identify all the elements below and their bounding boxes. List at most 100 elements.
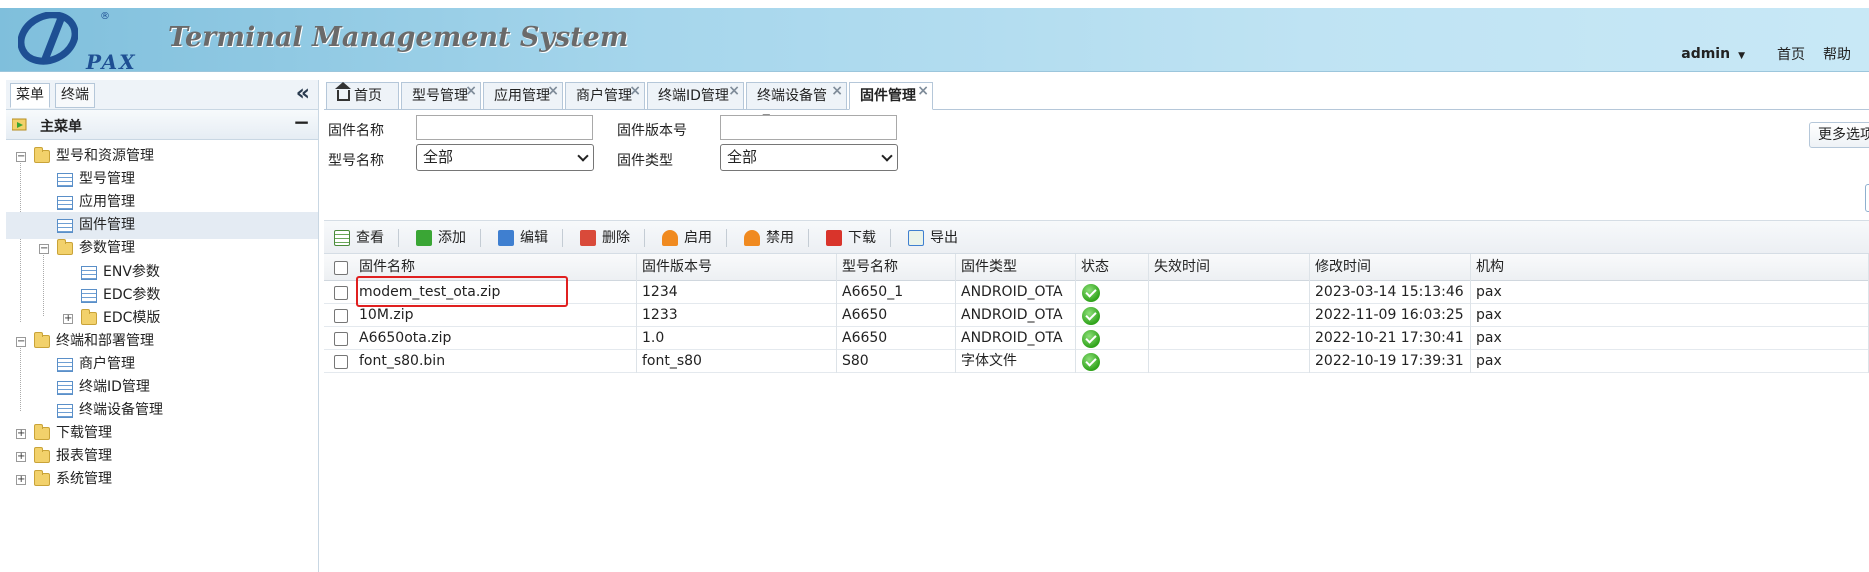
close-icon[interactable]: × — [629, 78, 641, 104]
row-checkbox[interactable] — [334, 309, 348, 323]
close-icon[interactable]: × — [465, 78, 477, 104]
status-cell — [1076, 350, 1149, 373]
sidebar-item[interactable]: + 系统管理 — [6, 466, 318, 493]
org-cell: pax — [1471, 327, 1869, 350]
main-menu-icon — [12, 118, 27, 131]
action-toolbar: 查看 添加 编辑 删除 启用 禁用 下载 导出 — [324, 220, 1869, 254]
tab[interactable]: 型号管理 × — [401, 82, 481, 110]
chevron-down-icon — [577, 150, 589, 162]
modified-cell: 2022-10-21 17:30:41 — [1310, 327, 1471, 350]
model-name-select[interactable]: 全部 — [416, 144, 594, 171]
firmware-version-label: 固件版本号 — [617, 123, 687, 139]
tab[interactable]: 固件管理 × — [849, 82, 933, 110]
tab[interactable]: 应用管理 × — [483, 82, 563, 110]
toolbar-separator — [890, 229, 891, 247]
table-icon — [57, 219, 73, 234]
table-icon — [57, 381, 73, 395]
column-header[interactable]: 固件类型 — [956, 254, 1076, 281]
header-user-area: admin ▼ 首页 帮助 — [1681, 44, 1869, 64]
modified-cell: 2022-11-09 16:03:25 — [1310, 304, 1471, 327]
model-cell: A6650 — [837, 327, 956, 350]
version-cell: 1234 — [637, 281, 837, 304]
sidebar: 菜单 终端 « 主菜单 − − 型号和资源管理 型号管理 应用管理 固件管理 − 参数管理 E… — [6, 80, 319, 572]
table-row[interactable]: 10M.zip 1233 A6650 ANDROID_OTA 2022-11-09 16… — [324, 304, 1869, 327]
type-cell: ANDROID_OTA — [956, 327, 1076, 350]
sidebar-tab-menu[interactable]: 菜单 — [10, 83, 50, 108]
firmware-type-selected: 全部 — [727, 148, 758, 166]
help-link[interactable]: 帮助 — [1823, 44, 1851, 64]
row-checkbox[interactable] — [334, 286, 348, 300]
logo-text: PAX — [86, 50, 137, 74]
table-icon — [81, 288, 97, 303]
user-menu[interactable]: admin ▼ — [1681, 46, 1745, 62]
collapse-main-menu-icon[interactable]: − — [293, 110, 310, 134]
collapse-icon[interactable]: − — [39, 244, 49, 255]
close-icon[interactable]: × — [728, 78, 740, 104]
main-menu-header: 主菜单 − — [6, 110, 318, 140]
folder-icon — [34, 331, 50, 348]
tab[interactable]: 终端设备管理× — [746, 82, 847, 130]
tab-label: 固件管理 — [860, 88, 916, 104]
app-header: ® PAX Terminal Management System admin ▼ … — [0, 8, 1869, 74]
sidebar-tab-terminal[interactable]: 终端 — [55, 83, 95, 108]
expand-icon[interactable]: + — [16, 429, 26, 440]
version-cell: font_s80 — [637, 350, 837, 373]
view-button-label: 查看 — [356, 230, 384, 246]
collapse-icon[interactable]: − — [16, 152, 26, 162]
name-cell: 10M.zip — [354, 304, 637, 327]
tab-label: 首页 — [354, 88, 382, 104]
tab-bar: 首页型号管理×应用管理×商户管理×终端ID管理×终端设备管理×固件管理× — [324, 80, 1869, 130]
column-header[interactable]: 失效时间 — [1149, 254, 1310, 281]
table-row[interactable]: font_s80.bin font_s80 S80 字体文件 2022-10-19 17… — [324, 350, 1869, 373]
firmware-name-input[interactable] — [416, 115, 593, 140]
org-cell: pax — [1471, 304, 1869, 327]
tab[interactable]: 首页 — [326, 82, 399, 110]
sidebar-item-label: 系统管理 — [56, 471, 112, 488]
table-row[interactable]: A6650ota.zip 1.0 A6650 ANDROID_OTA 2022-10-2… — [324, 327, 1869, 350]
column-header[interactable]: 机构 — [1471, 254, 1869, 281]
column-header[interactable]: 修改时间 — [1310, 254, 1471, 281]
collapse-sidebar-icon[interactable]: « — [296, 82, 310, 106]
close-icon[interactable]: × — [831, 78, 843, 104]
expand-icon[interactable]: + — [63, 313, 73, 324]
tab[interactable]: 终端ID管理 × — [647, 82, 744, 110]
firmware-type-select[interactable]: 全部 — [720, 144, 898, 171]
close-icon[interactable]: × — [547, 78, 559, 104]
column-header[interactable]: 型号名称 — [837, 254, 956, 281]
column-header[interactable]: 固件版本号 — [637, 254, 837, 281]
type-cell: 字体文件 — [956, 350, 1076, 373]
table-icon — [57, 173, 73, 188]
type-cell: ANDROID_OTA — [956, 281, 1076, 304]
collapse-icon[interactable]: − — [16, 336, 26, 347]
folder-icon — [34, 147, 50, 163]
more-options-button[interactable]: 更多选项 — [1809, 122, 1869, 148]
expand-icon[interactable]: + — [16, 452, 26, 463]
status-enabled-icon — [1082, 284, 1100, 302]
firmware-version-input[interactable] — [720, 115, 897, 140]
row-checkbox[interactable] — [334, 332, 348, 346]
unlock-icon — [662, 230, 678, 246]
user-name: admin — [1681, 46, 1731, 62]
download-button-label: 下载 — [848, 230, 876, 246]
toolbar-separator — [808, 229, 809, 247]
folder-icon — [57, 239, 73, 256]
sidebar-tabs: 菜单 终端 « — [6, 80, 318, 110]
row-checkbox[interactable] — [334, 355, 348, 369]
model-cell: A6650_1 — [837, 281, 956, 304]
select-all-checkbox[interactable] — [334, 261, 348, 275]
column-header[interactable]: 状态 — [1076, 254, 1149, 281]
expire-cell — [1149, 327, 1310, 350]
expand-icon[interactable]: + — [16, 475, 26, 486]
folder-icon — [34, 447, 50, 464]
toolbar-separator — [644, 229, 645, 247]
home-link[interactable]: 首页 — [1777, 44, 1805, 64]
expire-cell — [1149, 304, 1310, 327]
add-icon — [416, 230, 432, 246]
folder-icon — [34, 470, 50, 487]
close-icon[interactable]: × — [917, 78, 929, 104]
tab-label: 应用管理 — [494, 88, 550, 104]
tab[interactable]: 商户管理 × — [565, 82, 645, 110]
search-button-edge[interactable] — [1865, 184, 1869, 212]
status-cell — [1076, 304, 1149, 327]
expire-cell — [1149, 281, 1310, 304]
